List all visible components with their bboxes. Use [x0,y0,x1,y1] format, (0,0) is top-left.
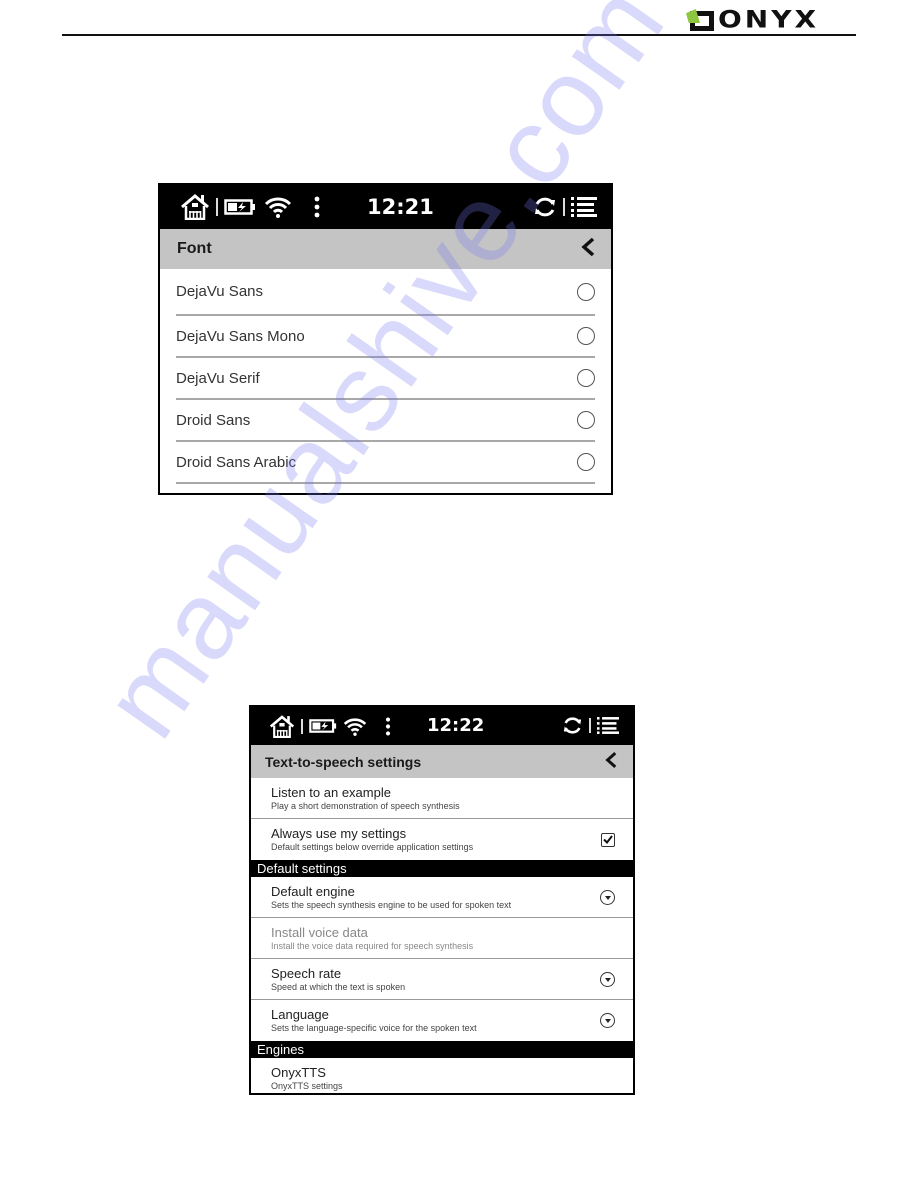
status-separator [563,198,565,216]
setting-onyxtts[interactable]: OnyxTTS OnyxTTS settings [251,1058,633,1093]
font-option-label: DejaVu Sans [176,283,263,300]
font-option-label: Droid Sans Arabic [176,453,297,471]
home-icon[interactable] [180,194,210,220]
section-header-default-settings: Default settings [251,860,633,877]
screen-title: Text-to-speech settings [265,753,422,770]
font-screenshot: 12:21 Font DejaVu Sans DejaVu Sans Mono … [158,183,613,495]
setting-title: OnyxTTS [271,1065,326,1080]
onyx-logo: ONYX [686,6,819,34]
chevron-left-icon[interactable] [605,751,617,772]
checkbox-checked[interactable] [601,832,615,847]
page-header: ONYX [62,0,856,36]
radio-button[interactable] [577,282,595,301]
dropdown-arrow-icon[interactable] [600,1013,615,1028]
wifi-icon [343,717,367,736]
battery-charging-icon [309,719,337,733]
status-clock: 12:21 [367,195,434,219]
setting-summary: Sets the speech synthesis engine to be u… [271,899,512,910]
status-separator [301,718,303,734]
radio-button[interactable] [577,453,595,471]
title-bar: Font [160,229,611,269]
more-vert-icon[interactable] [314,196,320,218]
chevron-left-icon[interactable] [581,237,595,262]
title-bar: Text-to-speech settings [251,745,633,778]
font-option-label: DejaVu Sans Mono [176,327,305,345]
setting-default-engine[interactable]: Default engine Sets the speech synthesis… [251,877,633,918]
refresh-icon[interactable] [562,716,583,735]
logo-text: ONYX [718,5,820,34]
setting-language[interactable]: Language Sets the language-specific voic… [251,1000,633,1041]
font-option[interactable]: DejaVu Sans Mono [176,316,595,358]
more-vert-icon[interactable] [385,717,391,736]
setting-title: Speech rate [271,965,342,981]
font-option[interactable]: Droid Sans [176,400,595,442]
setting-install-voice-data: Install voice data Install the voice dat… [251,918,633,959]
header-rule [62,34,856,36]
dropdown-arrow-icon[interactable] [600,971,615,987]
font-option-label: DejaVu Serif [176,369,260,387]
checkmark-icon [603,835,613,844]
menu-list-icon[interactable] [571,196,597,218]
font-list: DejaVu Sans DejaVu Sans Mono DejaVu Seri… [160,269,611,484]
screen-title: Font [177,240,212,257]
status-separator [216,198,218,216]
setting-summary: Default settings below override applicat… [271,842,474,852]
setting-title: Listen to an example [271,784,391,800]
section-header-engines: Engines [251,1041,633,1058]
setting-summary: Sets the language-specific voice for the… [271,1023,477,1033]
radio-button[interactable] [577,369,595,387]
font-option[interactable]: DejaVu Sans [176,269,595,316]
setting-summary: Play a short demonstration of speech syn… [271,800,460,811]
status-separator [589,718,591,733]
setting-title: Always use my settings [271,826,407,841]
setting-title: Install voice data [271,924,368,940]
tts-screenshot: 12:22 Text-to-speech settings Listen to … [249,705,635,1095]
wifi-icon [264,196,292,218]
menu-list-icon[interactable] [597,716,619,735]
setting-speech-rate[interactable]: Speech rate Speed at which the text is s… [251,959,633,1000]
home-icon[interactable] [269,714,295,738]
setting-title: Language [271,1007,329,1022]
refresh-icon[interactable] [533,196,557,218]
setting-summary: OnyxTTS settings [271,1081,343,1091]
battery-charging-icon [224,199,256,215]
setting-summary: Speed at which the text is spoken [271,981,406,992]
font-option[interactable]: Droid Sans Arabic [176,442,595,484]
onyx-logo-mark-icon [686,9,714,31]
font-option-label: Droid Sans [176,411,251,429]
tts-settings-list: Listen to an example Play a short demons… [251,778,633,1093]
status-bar: 12:21 [160,185,611,229]
status-bar: 12:22 [251,707,633,745]
radio-button[interactable] [577,327,595,345]
radio-button[interactable] [577,411,595,429]
setting-always-use-my-settings[interactable]: Always use my settings Default settings … [251,819,633,860]
status-clock: 12:22 [427,715,485,736]
setting-summary: Install the voice data required for spee… [271,940,474,951]
font-option[interactable]: DejaVu Serif [176,358,595,400]
dropdown-arrow-icon[interactable] [600,889,615,905]
setting-title: Default engine [271,883,355,899]
setting-listen-example[interactable]: Listen to an example Play a short demons… [251,778,633,819]
